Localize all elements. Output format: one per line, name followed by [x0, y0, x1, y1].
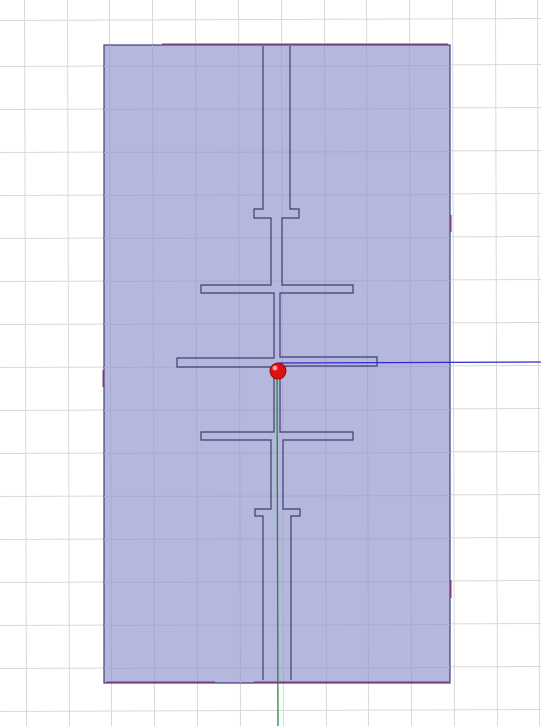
grid-line-horizontal — [0, 18, 541, 21]
grid-line-vertical — [24, 0, 27, 726]
grid-line-horizontal — [0, 709, 541, 712]
origin-marker-highlight — [272, 365, 278, 371]
grid-line-vertical — [495, 0, 498, 726]
viewport-canvas[interactable] — [0, 0, 541, 726]
origin-marker[interactable] — [269, 362, 287, 380]
3d-modeler-viewport[interactable] — [0, 0, 541, 726]
grid-line-vertical — [537, 0, 540, 726]
grid-line-vertical — [452, 0, 455, 726]
